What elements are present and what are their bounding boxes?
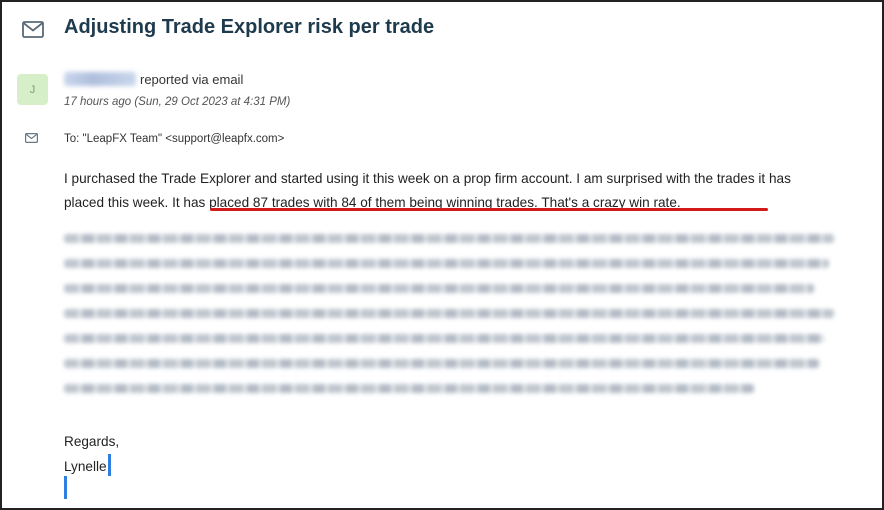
ticket-title: Adjusting Trade Explorer risk per trade: [64, 16, 435, 38]
mail-icon: [25, 133, 38, 143]
avatar-initial: J: [29, 83, 36, 96]
signature-block[interactable]: Regards, Lynelle: [64, 430, 119, 479]
redacted-text-block: [64, 234, 834, 409]
ticket-window: Adjusting Trade Explorer risk per trade …: [0, 0, 884, 510]
timestamp: 17 hours ago (Sun, 29 Oct 2023 at 4:31 P…: [64, 96, 291, 108]
reported-via: reported via email: [140, 72, 244, 87]
mail-icon: [22, 21, 44, 38]
annotation-underline: [210, 208, 768, 211]
sender-name-redacted[interactable]: [64, 72, 136, 86]
signature-line: Lynelle: [64, 454, 119, 479]
text-cursor: [107, 454, 111, 476]
text-cursor: [64, 476, 67, 499]
regards-line: Regards,: [64, 434, 120, 449]
to-recipient: To: "LeapFX Team" <support@leapfx.com>: [64, 133, 285, 145]
sender-row: reported via email: [64, 72, 243, 87]
avatar: J: [17, 74, 48, 105]
signature-name: Lynelle: [64, 459, 107, 474]
